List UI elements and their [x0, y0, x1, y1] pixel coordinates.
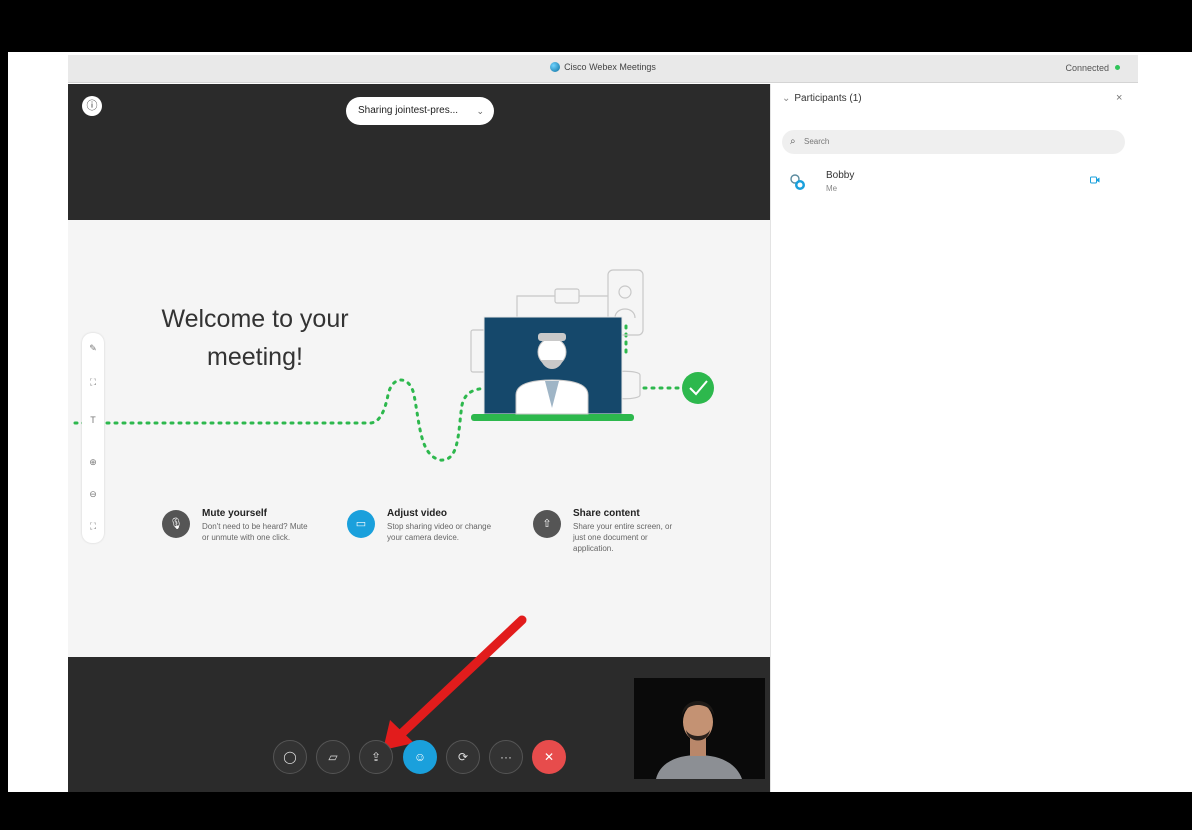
share-button[interactable]: ⇪ — [359, 740, 393, 774]
pointer-tool-icon[interactable]: ✎ — [82, 343, 104, 354]
participant-role: Me — [826, 184, 838, 193]
welcome-line-2: meeting! — [207, 343, 303, 371]
more-icon: ··· — [500, 750, 512, 764]
fit-screen-icon[interactable]: ⛶ — [82, 521, 104, 532]
video-icon: ▭ — [347, 510, 375, 538]
chevron-down-icon[interactable]: ⌄ — [782, 93, 790, 104]
select-tool-icon[interactable]: ⛶ — [82, 377, 104, 388]
stop-video-button[interactable]: ▱ — [316, 740, 350, 774]
share-icon: ⇪ — [370, 750, 382, 764]
participants-header[interactable]: ⌄ Participants (1) — [782, 93, 862, 104]
switch-icon: ⟳ — [457, 750, 469, 764]
feature-desc: Don't need to be heard? Mute or unmute w… — [202, 522, 308, 542]
mute-button[interactable]: ◯ — [273, 740, 307, 774]
feature-title: Share content — [573, 508, 640, 519]
webex-logo-icon — [550, 62, 561, 72]
search-icon: ⌕ — [790, 136, 796, 147]
close-icon[interactable]: × — [1116, 92, 1122, 104]
title-bar: Cisco Webex Meetings Connected — [68, 55, 1138, 83]
feature-title: Mute yourself — [202, 508, 268, 519]
zoom-out-icon[interactable]: ⊖ — [82, 489, 104, 500]
participant-video-icon — [1090, 176, 1100, 184]
feature-title: Adjust video — [387, 508, 448, 519]
connection-status: Connected — [1065, 63, 1120, 73]
welcome-line-1: Welcome to your — [161, 305, 349, 333]
feature-desc: Share your entire screen, or just one do… — [573, 522, 673, 553]
sharing-dropdown[interactable]: Sharing jointest-pres... ⌄ — [346, 97, 494, 125]
participants-icon: ☺ — [413, 750, 427, 764]
end-call-button[interactable]: ✕ — [532, 740, 566, 774]
self-view-video[interactable] — [634, 678, 765, 779]
text-tool-icon[interactable]: T — [82, 415, 104, 425]
participant-avatar — [790, 174, 805, 190]
window-title-text: Cisco Webex Meetings — [564, 62, 656, 72]
participants-button[interactable]: ☺ — [403, 740, 437, 774]
welcome-headline: Welcome to your meeting! — [150, 300, 360, 376]
feature-desc: Stop sharing video or change your camera… — [387, 522, 492, 542]
participant-search-input[interactable]: ⌕ Search — [782, 130, 1125, 154]
info-icon[interactable]: ⓘ — [82, 96, 102, 116]
microphone-icon: 🎙 — [162, 510, 190, 538]
more-options-button[interactable]: ··· — [489, 740, 523, 774]
window-title: Cisco Webex Meetings — [68, 62, 1138, 72]
self-view-person — [634, 678, 765, 779]
search-placeholder: Search — [804, 137, 830, 146]
connection-status-text: Connected — [1065, 63, 1109, 73]
end-call-icon: ✕ — [543, 750, 555, 764]
share-icon: ⇧ — [533, 510, 561, 538]
switch-button[interactable]: ⟳ — [446, 740, 480, 774]
shared-slide — [68, 220, 770, 657]
status-dot-icon — [1115, 65, 1120, 70]
mute-icon: ◯ — [283, 750, 297, 764]
video-off-icon: ▱ — [328, 750, 338, 764]
annotation-toolbar: ✎ ⛶ T ⊕ ⊖ ⛶ — [82, 333, 104, 543]
participant-name: Bobby — [826, 170, 855, 181]
chevron-down-icon: ⌄ — [476, 106, 484, 116]
zoom-in-icon[interactable]: ⊕ — [82, 457, 104, 468]
participants-title: Participants (1) — [794, 93, 862, 104]
sharing-label: Sharing jointest-pres... — [358, 105, 459, 116]
